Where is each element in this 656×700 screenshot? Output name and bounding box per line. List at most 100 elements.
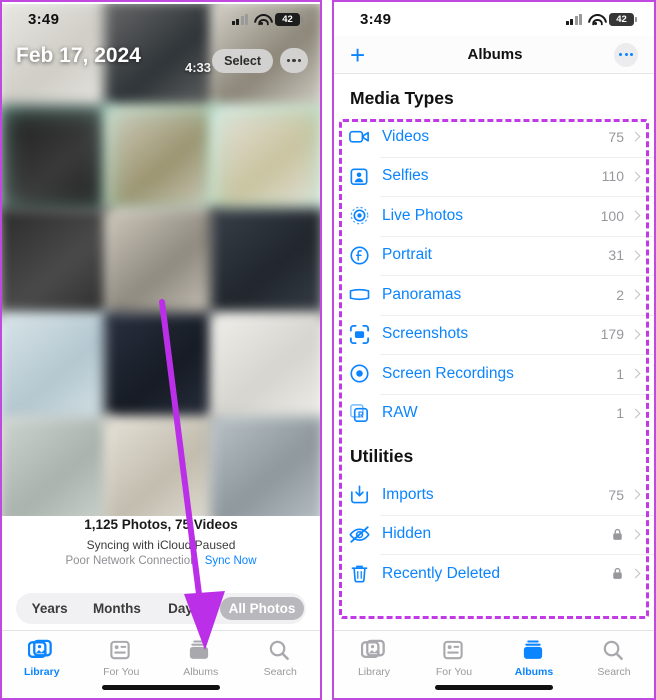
photo-thumbnail[interactable] <box>210 311 320 424</box>
album-row-recently-deleted[interactable]: Recently Deleted <box>334 554 654 594</box>
photo-thumbnail[interactable] <box>210 103 320 216</box>
tab-label: Search <box>263 666 297 678</box>
tab-library[interactable]: Library <box>2 639 82 678</box>
photo-thumbnail[interactable] <box>104 103 218 216</box>
video-camera-icon <box>348 125 378 149</box>
chevron-right-icon <box>630 529 641 540</box>
tab-label: For You <box>435 666 473 678</box>
photo-thumbnail[interactable] <box>104 415 218 516</box>
raw-badge-icon: R <box>348 401 378 425</box>
wifi-icon <box>588 14 603 25</box>
album-count: 31 <box>608 247 624 264</box>
screenshot-stage: 3:49 42 Feb 17, 2024 4:33 Select 1,125 P… <box>0 0 656 700</box>
tab-albums[interactable]: Albums <box>161 639 241 678</box>
photo-grid[interactable] <box>2 4 320 516</box>
select-button[interactable]: Select <box>212 48 273 73</box>
section-title-media-types: Media Types <box>350 88 454 108</box>
status-time: 3:49 <box>360 10 392 28</box>
album-count: 75 <box>608 128 624 145</box>
plus-icon[interactable]: + <box>350 42 376 68</box>
tab-label: Library <box>23 666 60 678</box>
tab-label: Albums <box>183 666 219 678</box>
tab-label: Search <box>597 666 631 678</box>
chevron-right-icon <box>630 131 641 142</box>
albums-icon <box>187 639 214 663</box>
status-bar-right: 3:49 42 <box>334 2 654 36</box>
album-row-panoramas[interactable]: Panoramas 2 <box>334 275 654 315</box>
photo-thumbnail[interactable] <box>104 311 218 424</box>
navigation-bar: + Albums <box>334 36 654 74</box>
tab-search[interactable]: Search <box>241 639 321 678</box>
trash-icon <box>348 562 378 586</box>
phone-panel-library: 3:49 42 Feb 17, 2024 4:33 Select 1,125 P… <box>0 0 322 700</box>
photo-thumbnail[interactable] <box>2 415 112 516</box>
album-label: Portrait <box>382 246 432 264</box>
tab-search[interactable]: Search <box>574 639 654 678</box>
album-row-hidden[interactable]: Hidden <box>334 514 654 554</box>
album-row-portrait[interactable]: Portrait 31 <box>334 235 654 275</box>
section-title-utilities: Utilities <box>350 446 414 466</box>
chevron-right-icon <box>630 171 641 182</box>
album-count: 110 <box>601 168 624 185</box>
album-label: Imports <box>382 485 434 503</box>
eye-slash-icon <box>348 522 378 546</box>
album-count: 179 <box>600 326 624 343</box>
page-title: Albums <box>467 46 523 63</box>
tab-albums[interactable]: Albums <box>494 639 574 678</box>
screen-recording-icon <box>348 362 378 386</box>
network-status-text: Poor Network Connection <box>65 555 197 567</box>
home-indicator-right <box>435 685 553 690</box>
photo-thumbnail[interactable] <box>2 207 112 320</box>
selfie-person-icon <box>348 164 378 188</box>
library-info: 1,125 Photos, 75 Videos Syncing with iCl… <box>2 517 320 567</box>
album-row-imports[interactable]: Imports 75 <box>334 475 654 515</box>
album-row-screen-recordings[interactable]: Screen Recordings 1 <box>334 354 654 394</box>
lock-icon <box>612 567 623 580</box>
ellipsis-icon[interactable] <box>280 48 308 73</box>
segment-all-photos[interactable]: All Photos <box>219 597 305 620</box>
tab-for-you[interactable]: For You <box>414 639 494 678</box>
photo-thumbnail[interactable] <box>210 207 320 320</box>
timeline-segmented-control[interactable]: Years Months Days All Photos <box>16 593 306 624</box>
albums-content: Media Types Videos 75 Selfies 110 Live Photos… <box>334 74 654 594</box>
chevron-right-icon <box>630 329 641 340</box>
album-label: Screen Recordings <box>382 364 514 382</box>
video-duration-label: 4:33 <box>185 60 212 75</box>
photos-library-icon <box>360 639 388 663</box>
photo-thumbnail[interactable] <box>104 207 218 320</box>
album-label: Panoramas <box>382 285 462 303</box>
library-count: 1,125 Photos, 75 Videos <box>84 517 238 532</box>
battery-icon: 42 <box>275 12 303 26</box>
tab-for-you[interactable]: For You <box>82 639 162 678</box>
album-row-screenshots[interactable]: Screenshots 179 <box>334 314 654 354</box>
chevron-right-icon <box>630 408 641 419</box>
segment-months[interactable]: Months <box>83 601 150 616</box>
album-row-selfies[interactable]: Selfies 110 <box>334 156 654 196</box>
photo-thumbnail[interactable] <box>2 103 112 216</box>
album-label: Recently Deleted <box>382 564 501 582</box>
ellipsis-icon[interactable] <box>614 42 638 67</box>
tab-library[interactable]: Library <box>334 639 414 678</box>
segment-years[interactable]: Years <box>16 601 83 616</box>
home-indicator-left <box>102 685 220 690</box>
sync-status: Syncing with iCloud Paused <box>86 538 236 552</box>
album-row-live-photos[interactable]: Live Photos 100 <box>334 196 654 236</box>
grid-actions: Select <box>212 48 308 73</box>
album-label: Live Photos <box>382 206 463 224</box>
sync-now-link[interactable]: Sync Now <box>205 555 257 567</box>
search-icon <box>267 639 294 663</box>
album-label: Selfies <box>382 167 429 185</box>
chevron-right-icon <box>630 250 641 261</box>
album-row-videos[interactable]: Videos 75 <box>334 117 654 157</box>
album-count: 1 <box>616 365 624 382</box>
photo-date-label: Feb 17, 2024 <box>16 44 141 67</box>
status-bar-left: 3:49 42 <box>2 2 320 36</box>
for-you-icon <box>108 639 135 663</box>
album-row-raw[interactable]: R RAW 1 <box>334 393 654 433</box>
photo-thumbnail[interactable] <box>210 415 320 516</box>
segment-days[interactable]: Days <box>151 601 218 616</box>
tab-label: Library <box>357 666 391 678</box>
photo-thumbnail[interactable] <box>2 311 112 424</box>
album-count: 75 <box>608 486 624 503</box>
screenshot-icon <box>348 322 378 346</box>
